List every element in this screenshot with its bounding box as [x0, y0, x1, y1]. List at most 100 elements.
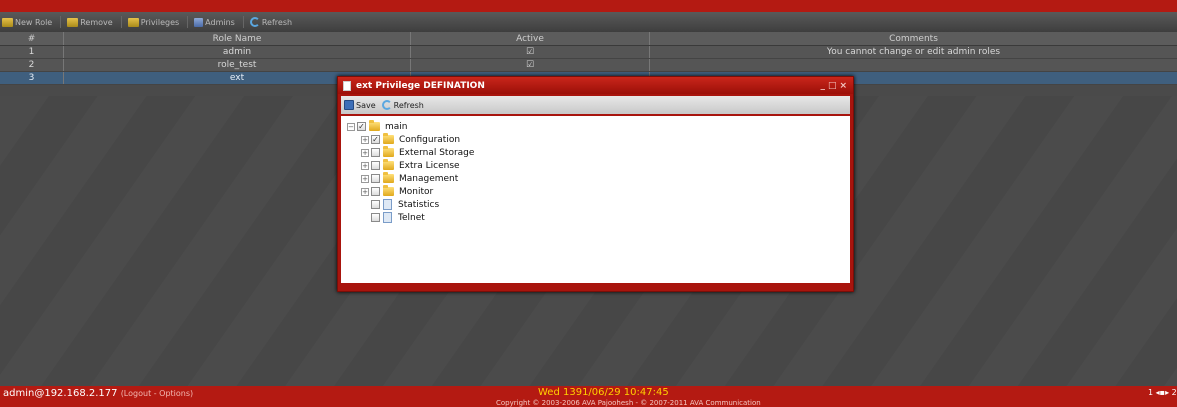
tree-node-label: Management — [399, 173, 459, 184]
tree-node-main[interactable]: − ✓ main — [347, 120, 850, 133]
status-bar: admin@192.168.2.177 (Logout - Options) W… — [0, 386, 1177, 407]
tree-node-extra-license[interactable]: + Extra License — [347, 159, 850, 172]
save-label: Save — [356, 100, 376, 110]
tree-node-management[interactable]: + Management — [347, 172, 850, 185]
folder-icon — [383, 159, 394, 170]
active-checkbox[interactable]: ☑ — [411, 59, 650, 71]
column-header-active[interactable]: Active — [411, 32, 650, 45]
new-role-button[interactable]: New Role — [2, 17, 53, 27]
role-name-cell: role_test — [64, 59, 411, 71]
save-button[interactable]: Save — [344, 100, 376, 110]
save-icon — [344, 100, 354, 110]
tree-node-label: Extra License — [399, 160, 460, 171]
document-icon — [343, 80, 351, 91]
grid-header-row: # Role Name Active Comments — [0, 32, 1177, 46]
tree-checkbox[interactable] — [371, 200, 380, 209]
remove-label: Remove — [80, 17, 113, 27]
dialog-toolbar: Save Refresh — [341, 96, 850, 114]
privileges-label: Privileges — [140, 17, 180, 27]
expand-toggle[interactable]: + — [361, 161, 369, 170]
privilege-dialog: ext Privilege DEFINATION _ □ × Save Refr… — [337, 76, 854, 292]
privileges-button[interactable]: Privileges — [127, 17, 180, 27]
tree-checkbox[interactable] — [371, 148, 380, 157]
expand-toggle[interactable]: + — [361, 174, 369, 183]
close-icon[interactable]: × — [839, 81, 847, 91]
user-info: admin@192.168.2.177 (Logout - Options) — [3, 388, 193, 399]
folder-icon — [383, 185, 394, 196]
expand-toggle[interactable]: + — [361, 135, 369, 144]
people-remove-icon — [67, 17, 79, 27]
folder-icon — [383, 146, 394, 157]
dialog-refresh-button[interactable]: Refresh — [381, 100, 424, 110]
minimize-icon[interactable]: _ — [820, 81, 825, 91]
table-row[interactable]: 2 role_test ☑ — [0, 59, 1177, 72]
role-name-cell: admin — [64, 46, 411, 58]
tree-checkbox[interactable] — [371, 161, 380, 170]
admins-label: Admins — [205, 17, 235, 27]
tree-checkbox[interactable]: ✓ — [371, 135, 380, 144]
tree-node-external-storage[interactable]: + External Storage — [347, 146, 850, 159]
top-banner — [0, 0, 1177, 12]
table-row[interactable]: 1 admin ☑ You cannot change or edit admi… — [0, 46, 1177, 59]
tree-node-telnet[interactable]: Telnet — [347, 211, 850, 224]
pager[interactable]: 1 ◂▪▸ 2 ‹ — [1148, 388, 1177, 397]
tree-node-monitor[interactable]: + Monitor — [347, 185, 850, 198]
expand-toggle[interactable]: + — [361, 187, 369, 196]
refresh-icon — [249, 17, 260, 27]
tree-node-label: Statistics — [398, 199, 440, 210]
column-header-role-name[interactable]: Role Name — [64, 32, 411, 45]
admin-icon — [194, 17, 204, 27]
folder-icon — [369, 120, 380, 131]
toolbar-separator — [187, 16, 189, 28]
folder-icon — [383, 172, 394, 183]
people-icon — [2, 17, 13, 27]
comment-cell: You cannot change or edit admin roles — [826, 47, 1001, 57]
row-number: 1 — [0, 46, 64, 58]
comment-cell — [650, 59, 1177, 71]
toolbar-separator — [120, 16, 122, 28]
tree-checkbox[interactable] — [371, 174, 380, 183]
logout-options-link[interactable]: (Logout - Options) — [121, 389, 193, 398]
expand-toggle[interactable]: + — [361, 148, 369, 157]
tree-node-configuration[interactable]: + ✓ Configuration — [347, 133, 850, 146]
row-number: 3 — [0, 72, 64, 84]
tree-checkbox[interactable] — [371, 213, 380, 222]
window-controls: _ □ × — [820, 81, 847, 91]
refresh-label: Refresh — [261, 17, 293, 27]
admins-button[interactable]: Admins — [194, 17, 235, 27]
maximize-icon[interactable]: □ — [828, 81, 837, 91]
tree-node-label: External Storage — [399, 147, 475, 158]
copyright: Copyright © 2003-2006 AVA Pajoohesh - © … — [496, 399, 761, 407]
main-toolbar: New Role Remove Privileges Admins Refres… — [0, 12, 1177, 32]
tree-line — [361, 201, 369, 209]
remove-button[interactable]: Remove — [67, 17, 113, 27]
page-icon — [383, 212, 392, 223]
collapse-toggle[interactable]: − — [347, 122, 355, 131]
dialog-titlebar[interactable]: ext Privilege DEFINATION _ □ × — [338, 77, 853, 94]
page-icon — [383, 199, 392, 210]
datetime: Wed 1391/06/29 10:47:45 — [538, 387, 669, 398]
tree-node-label: Monitor — [399, 186, 434, 197]
refresh-button[interactable]: Refresh — [249, 17, 293, 27]
tree-checkbox[interactable] — [371, 187, 380, 196]
privilege-tree: − ✓ main + ✓ Configuration + External St… — [341, 116, 850, 283]
privileges-icon — [127, 17, 139, 27]
tree-node-label: main — [385, 121, 408, 132]
tree-node-label: Telnet — [398, 212, 425, 223]
folder-icon — [383, 133, 394, 144]
column-header-comments[interactable]: Comments — [650, 32, 1177, 45]
active-checkbox[interactable]: ☑ — [411, 46, 650, 58]
tree-node-label: Configuration — [399, 134, 461, 145]
new-role-label: New Role — [15, 17, 53, 27]
dialog-refresh-label: Refresh — [393, 100, 424, 110]
refresh-icon — [381, 100, 392, 110]
toolbar-separator — [242, 16, 244, 28]
row-number: 2 — [0, 59, 64, 71]
tree-line — [361, 214, 369, 222]
username: admin@192.168.2.177 — [3, 388, 118, 399]
column-header-number[interactable]: # — [0, 32, 64, 45]
tree-checkbox[interactable]: ✓ — [357, 122, 366, 131]
toolbar-separator — [60, 16, 62, 28]
dialog-title: ext Privilege DEFINATION — [356, 80, 485, 91]
tree-node-statistics[interactable]: Statistics — [347, 198, 850, 211]
